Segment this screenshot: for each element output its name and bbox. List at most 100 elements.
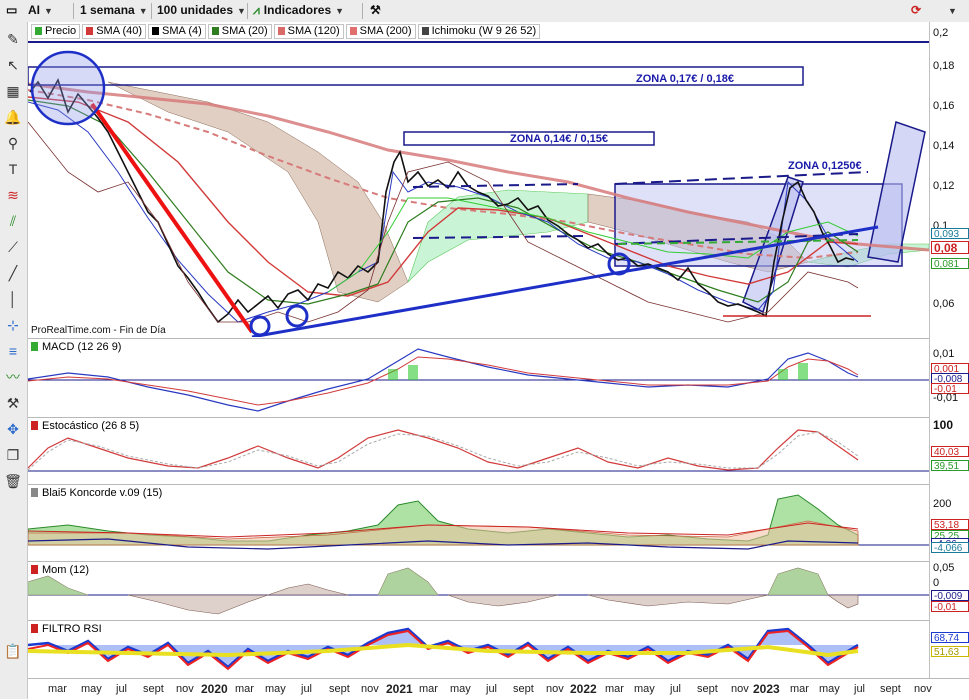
price-tag-current: 0,08 [931,241,969,254]
tab-menu-icon[interactable]: ▭ [6,2,17,19]
date-label: mar [235,683,254,695]
stochastic-panel[interactable]: Estocástico (26 8 5) [28,417,929,484]
zone-label-middle: ZONA 0,14€ / 0,15€ [510,133,609,145]
date-label-year: 2023 [753,682,780,696]
fibonacci-icon[interactable]: ≋ [2,184,24,206]
trash-icon[interactable]: 🗑 [2,470,24,492]
legend-swatch [349,27,357,35]
date-label-year: 2021 [386,682,413,696]
date-label: mar [48,683,67,695]
axis-tick: 0,16 [933,100,955,112]
date-label: jul [486,683,498,695]
legend-item[interactable]: Ichimoku (W 9 26 52) [417,24,541,39]
indicator-icon[interactable]: 〰 [2,366,24,388]
date-label: sept [880,683,901,695]
refresh-icon[interactable]: ⟳ [911,2,921,19]
indicators-button[interactable]: ⩘ Indicadores ▼ [253,2,344,19]
legend-item[interactable]: SMA (200) [345,24,416,39]
rsi-tag: 68,74 [931,632,969,643]
date-label: nov [176,683,194,695]
price-tag: 0,093 [931,228,969,239]
clipboard-icon[interactable]: 📋 [2,640,24,662]
date-label: may [450,683,471,695]
timeframe-selector[interactable]: 1 semana ▼ [80,2,148,19]
top-toolbar: ▭ AI ▼ 1 semana ▼ 100 unidades ▼ ⩘ Indicador… [0,0,969,23]
symbol-label: AI [28,3,40,17]
channel-icon[interactable]: ⫽ [2,210,24,232]
price-axis[interactable]: 0,2 0,18 0,16 0,14 0,12 0,1 0,093 0,08 0… [929,22,969,678]
legend-item[interactable]: Precio [31,24,81,39]
formula-icon[interactable]: ≡ [2,340,24,362]
vertical-line-icon[interactable]: │ [2,288,24,310]
axis-tick: 0 [933,577,940,589]
stoch-tag: 39,51 [931,460,969,471]
rsi-tag: 51,63 [931,646,969,657]
rsi-filter-panel[interactable]: FILTRO RSI [28,620,929,679]
date-axis[interactable]: mar may jul sept nov 2020 mar may jul se… [28,678,969,700]
panel-title: Blai5 Koncorde v.09 (15) [31,487,162,499]
axis-tick: 0,12 [933,180,955,192]
date-label: sept [697,683,718,695]
bell-icon[interactable]: 🔔 [2,106,24,128]
ruler-icon[interactable]: ▦ [2,80,24,102]
legend-label: Ichimoku (W 9 26 52) [431,25,537,37]
cursor-icon[interactable]: ↖ [2,54,24,76]
units-selector[interactable]: 100 unidades ▼ [157,2,246,19]
legend-swatch [152,27,160,35]
indicator-legend: Precio SMA (40) SMA (4) SMA (20) SMA (120) SM… [31,24,542,39]
copy-icon[interactable]: ❐ [2,444,24,466]
date-label: jul [116,683,128,695]
legend-label: SMA (120) [287,25,340,37]
date-label: nov [731,683,749,695]
date-label: may [81,683,102,695]
legend-item[interactable]: SMA (40) [82,24,147,39]
stochastic-chart [28,429,929,472]
chevron-down-icon[interactable]: ▼ [944,2,957,19]
legend-label: SMA (20) [221,25,268,37]
date-label-year: 2022 [570,682,597,696]
macd-panel[interactable]: MACD (12 26 9) [28,338,929,417]
move-icon[interactable]: ✥ [2,418,24,440]
polyline-icon[interactable]: ⟋ [2,236,24,258]
legend-label: SMA (4) [162,25,202,37]
koncorde-panel[interactable]: Blai5 Koncorde v.09 (15) [28,484,929,561]
panel-title: MACD (12 26 9) [31,341,121,353]
add-tool-icon[interactable]: ⊹ [2,314,24,336]
indicators-label: Indicadores [263,3,332,17]
momentum-panel[interactable]: Mom (12) [28,561,929,620]
text-icon[interactable]: T [2,158,24,180]
line-icon[interactable]: ╱ [2,262,24,284]
rsi-chart [28,627,859,671]
timeframe-label: 1 semana [80,3,135,17]
tools-icon[interactable]: ⚒ [2,392,24,414]
legend-item[interactable]: SMA (4) [148,24,206,39]
legend-label: SMA (200) [359,25,412,37]
legend-item[interactable]: SMA (120) [273,24,344,39]
koncorde-tag: -4,066 [931,542,969,553]
mom-tag: -0,009 [931,590,969,601]
price-panel[interactable]: Precio SMA (40) SMA (4) SMA (20) SMA (120) SM… [28,22,929,337]
zone-label-top: ZONA 0,17€ / 0,18€ [636,73,735,85]
date-label: nov [546,683,564,695]
axis-tick: 0,05 [933,562,955,574]
zoom-icon[interactable]: ⚲ [2,132,24,154]
zone-label-right: ZONA 0,1250€ [788,160,862,172]
chevron-down-icon: ▼ [44,6,53,16]
date-label: may [265,683,286,695]
date-label: nov [361,683,379,695]
date-label: may [819,683,840,695]
wrench-icon[interactable]: ⚒ [370,2,381,19]
price-chart [28,41,929,337]
legend-item[interactable]: SMA (20) [207,24,272,39]
legend-label: SMA (40) [96,25,143,37]
macd-chart [28,348,929,412]
chevron-down-icon: ▼ [335,6,345,16]
date-label: jul [670,683,682,695]
axis-tick: 0,01 [933,348,955,360]
symbol-selector[interactable]: AI ▼ [28,2,53,19]
date-label: mar [419,683,438,695]
axis-tick: 0,2 [933,27,949,39]
axis-tick: 100 [933,418,954,432]
chevron-down-icon: ▼ [237,6,246,16]
pencil-icon[interactable]: ✎ [2,28,24,50]
